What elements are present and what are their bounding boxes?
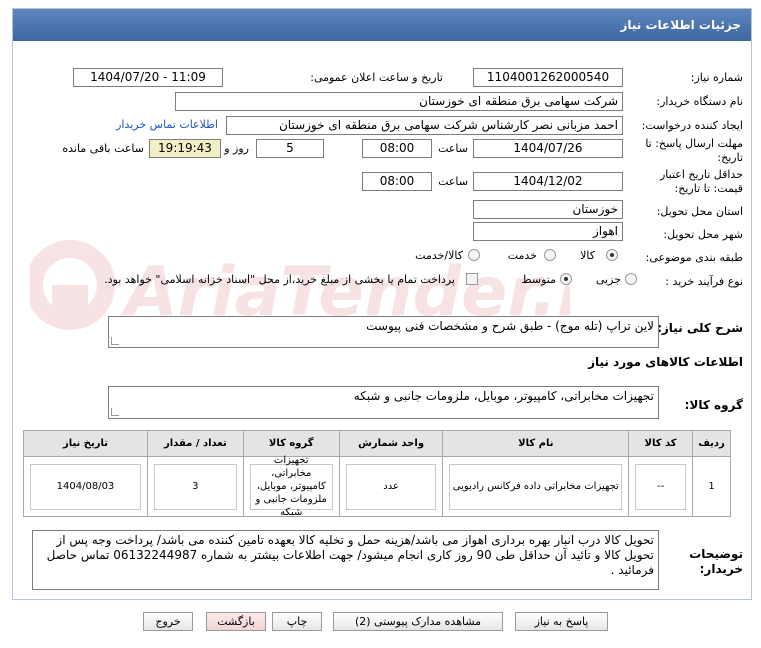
buyer-contact-link[interactable]: اطلاعات تماس خریدار (116, 118, 218, 131)
remaining-time-label: ساعت باقی مانده (62, 142, 144, 155)
province-field[interactable]: خوزستان (473, 200, 623, 219)
col-header-group: گروه کالا (242, 430, 340, 457)
deadline-label: مهلت ارسال پاسخ: تا (645, 137, 743, 150)
col-header-unit: واحد شمارش (338, 430, 444, 457)
days-remaining-field[interactable]: 5 (256, 139, 324, 158)
goods-table: ردیف کد کالا نام کالا واحد شمارش گروه کا… (23, 430, 731, 518)
cell-unit: عدد (345, 463, 437, 510)
deadline-time-field[interactable]: 08:00 (362, 139, 432, 158)
col-header-qty: تعداد / مقدار (146, 430, 244, 457)
validity-time-field[interactable]: 08:00 (362, 172, 432, 191)
table-row: 1 -- تجهیزات مخابراتی داده فرکانس رادیوی… (23, 455, 731, 518)
validity-label: حداقل تاریخ اعتبار (659, 168, 743, 181)
category-option-goods-service: کالا/خدمت (415, 249, 463, 262)
goods-section-title: اطلاعات کالاهای مورد نیاز (588, 355, 743, 369)
process-option-minor: جزیی (595, 273, 621, 286)
col-header-code: کد کالا (628, 430, 694, 457)
cell-date: 1404/08/03 (30, 463, 141, 510)
validity-time-label: ساعت (438, 175, 468, 188)
buyer-org-field[interactable]: شرکت سهامی برق منطقه ای خوزستان (175, 92, 623, 111)
cell-group: تجهیزات مخابراتی، کامپیوتر، موبایل، ملزو… (249, 455, 333, 518)
announce-date-label: تاریخ و ساعت اعلان عمومی: (310, 71, 443, 84)
days-label: روز و (224, 142, 249, 155)
cell-name: تجهیزات مخابراتی داده فرکانس رادیویی (449, 463, 623, 510)
buyer-org-label: نام دستگاه خریدار: (656, 95, 743, 108)
buyer-notes-textarea[interactable]: تحویل کالا درب انبار بهره برداری اهواز م… (32, 530, 659, 590)
goods-group-textarea[interactable]: تجهیزات مخابراتی، کامپیوتر، موبایل، ملزو… (108, 386, 659, 419)
panel-title: جزئیات اطلاعات نیاز (13, 9, 751, 41)
cell-qty: 3 (153, 463, 237, 510)
need-description-textarea[interactable]: لاین تراپ (تله موج) - طبق شرح و مشخصات ف… (108, 316, 659, 348)
deadline-time-label: ساعت (438, 142, 468, 155)
col-header-name: نام کالا (442, 430, 630, 457)
city-field[interactable]: اهواز (473, 222, 623, 241)
deadline-label-date: تاریخ: (717, 151, 743, 164)
goods-group-text: تجهیزات مخابراتی، کامپیوتر، موبایل، ملزو… (353, 389, 654, 403)
table-header-row: ردیف کد کالا نام کالا واحد شمارش گروه کا… (23, 430, 731, 457)
cell-code: -- (635, 463, 687, 510)
resize-handle-icon[interactable] (111, 408, 119, 416)
resize-handle-icon[interactable] (111, 337, 119, 345)
reply-button[interactable]: پاسخ به نیاز (515, 612, 608, 631)
col-header-row-number: ردیف (692, 430, 731, 457)
province-label: استان محل تحویل: (656, 205, 743, 218)
treasury-payment-note: پرداخت تمام یا بخشی از مبلغ خرید،از محل … (104, 273, 455, 286)
buyer-notes-label: توضیحات (689, 547, 743, 561)
requester-field[interactable]: احمد مزبانی نصر کارشناس شرکت سهامی برق م… (226, 116, 623, 135)
city-label: شهر محل تحویل: (663, 228, 743, 241)
process-radio-minor[interactable] (625, 273, 637, 285)
requester-label: ایجاد کننده درخواست: (641, 119, 743, 132)
category-radio-service[interactable] (544, 249, 556, 261)
validity-date-field[interactable]: 1404/12/02 (473, 172, 623, 191)
back-button[interactable]: بازگشت (206, 612, 266, 631)
print-button[interactable]: چاپ (272, 612, 322, 631)
need-description-label: شرح کلی نیاز: (657, 321, 743, 335)
remaining-time-field: 19:19:43 (149, 139, 221, 158)
exit-button[interactable]: خروج (143, 612, 193, 631)
col-header-date: تاریخ نیاز (23, 430, 148, 457)
cell-row-number: 1 (692, 456, 731, 517)
need-number-label: شماره نیاز: (690, 71, 743, 84)
process-radio-medium[interactable] (560, 273, 572, 285)
announce-date-field[interactable]: 1404/07/20 - 11:09 (73, 68, 223, 87)
treasury-payment-checkbox[interactable] (466, 273, 478, 285)
buyer-notes-label-2: خریدار: (699, 562, 743, 576)
category-label: طبقه بندی موضوعی: (645, 251, 743, 264)
process-option-medium: متوسط (521, 273, 556, 286)
view-attachments-button[interactable]: مشاهده مدارک پیوستی (2) (333, 612, 503, 631)
category-option-goods: کالا (580, 249, 595, 262)
process-label: نوع فرآیند خرید : (665, 275, 743, 288)
validity-label-date: قیمت: تا تاریخ: (674, 182, 743, 195)
category-option-service: خدمت (507, 249, 537, 262)
deadline-date-field[interactable]: 1404/07/26 (473, 139, 623, 158)
need-number-field[interactable]: 1104001262000540 (473, 68, 623, 87)
buyer-notes-text: تحویل کالا درب انبار بهره برداری اهواز م… (46, 533, 654, 577)
category-radio-goods-service[interactable] (468, 249, 480, 261)
category-radio-goods[interactable] (606, 249, 618, 261)
need-description-text: لاین تراپ (تله موج) - طبق شرح و مشخصات ف… (366, 319, 654, 333)
goods-group-label: گروه کالا: (684, 398, 743, 412)
